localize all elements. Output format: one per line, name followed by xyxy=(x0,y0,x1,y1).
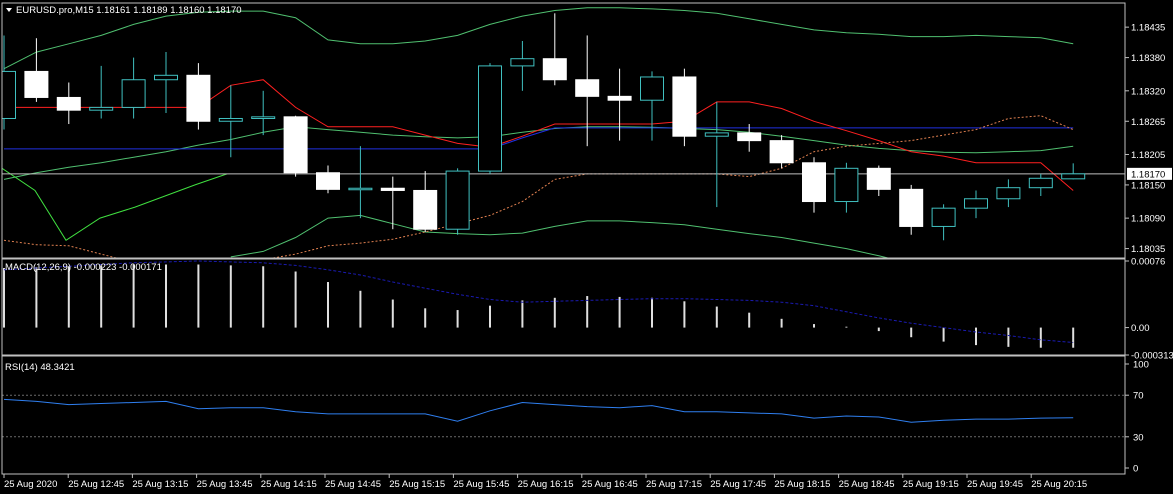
macd-tick-label: 0.00076 xyxy=(1131,257,1165,268)
candle-body xyxy=(348,187,373,191)
candle-body xyxy=(542,58,567,81)
price-tick-label: 1.18035 xyxy=(1131,244,1165,255)
candle-body xyxy=(24,70,49,98)
trading-chart[interactable]: 1.18435 1.18380 1.18320 1.18265 1.18205 1.181… xyxy=(0,0,1173,494)
candle[interactable] xyxy=(283,115,308,177)
candle-body xyxy=(737,132,762,142)
candle-body xyxy=(640,76,664,101)
time-tick-label: 25 Aug 14:45 xyxy=(325,479,381,490)
price-tick-label: 1.18150 xyxy=(1131,180,1165,191)
candle-body xyxy=(478,65,502,172)
current-price-label: 1.18170 xyxy=(1131,169,1165,180)
time-tick-label: 25 Aug 13:45 xyxy=(197,479,253,490)
candle-body xyxy=(186,74,211,122)
candle-body xyxy=(56,96,81,111)
candle-body xyxy=(802,162,826,203)
candle-body xyxy=(834,167,859,203)
time-tick-label: 25 Aug 17:15 xyxy=(646,479,702,490)
time-tick-label: 25 Aug 18:15 xyxy=(774,479,830,490)
price-tick-label: 1.18380 xyxy=(1131,53,1165,64)
time-tick-label: 25 Aug 17:45 xyxy=(710,479,766,490)
time-tick-label: 25 Aug 14:15 xyxy=(261,479,317,490)
macd-tick-label: 0.00 xyxy=(1131,323,1150,334)
time-tick-label: 25 Aug 15:15 xyxy=(389,479,445,490)
candle-body xyxy=(769,140,794,164)
candle-body xyxy=(899,188,924,227)
time-tick-label: 25 Aug 16:45 xyxy=(582,479,638,490)
price-tick-label: 1.18435 xyxy=(1131,23,1165,34)
rsi-header: RSI(14) 48.3421 xyxy=(5,362,75,373)
rsi-tick-label: 30 xyxy=(1133,432,1144,443)
candle-body xyxy=(283,116,308,174)
candle-body xyxy=(1061,173,1086,180)
candle[interactable] xyxy=(445,168,470,235)
time-tick-label: 25 Aug 16:15 xyxy=(518,479,574,490)
time-tick-label: 25 Aug 19:45 xyxy=(967,479,1023,490)
time-tick-label: 25 Aug 19:15 xyxy=(903,479,959,490)
candle-body xyxy=(510,58,535,67)
time-tick-label: 25 Aug 2020 xyxy=(4,479,57,490)
candle-body xyxy=(316,172,340,190)
rsi-tick-label: 70 xyxy=(1133,391,1144,402)
candle-body xyxy=(607,95,632,101)
candle-body xyxy=(218,117,243,122)
time-tick-label: 25 Aug 12:45 xyxy=(68,479,124,490)
candle-body xyxy=(413,189,438,230)
rsi-tick-label: 100 xyxy=(1133,360,1149,371)
candle-body xyxy=(380,187,405,191)
time-tick-label: 25 Aug 20:15 xyxy=(1031,479,1087,490)
candle-body xyxy=(154,74,178,81)
candle-body xyxy=(672,76,697,137)
candle-body xyxy=(964,198,988,209)
candle[interactable] xyxy=(478,63,502,174)
candle-body xyxy=(251,116,276,119)
candle-body xyxy=(89,106,114,111)
candle-body xyxy=(704,132,729,137)
price-tick-label: 1.18265 xyxy=(1131,117,1165,128)
candle-body xyxy=(866,167,891,190)
candle-body xyxy=(445,170,470,230)
candle-body xyxy=(575,79,600,97)
price-tick-label: 1.18320 xyxy=(1131,86,1165,97)
candle-body xyxy=(996,187,1021,200)
price-tick-label: 1.18090 xyxy=(1131,214,1165,225)
candle[interactable] xyxy=(672,68,697,147)
candle-body xyxy=(121,79,146,108)
candle-body xyxy=(931,207,956,227)
time-tick-label: 25 Aug 18:45 xyxy=(839,479,895,490)
symbol-header: EURUSD.pro,M15 1.18161 1.18189 1.18160 1… xyxy=(16,5,242,16)
price-tick-label: 1.18205 xyxy=(1131,150,1165,161)
time-tick-label: 25 Aug 13:15 xyxy=(132,479,188,490)
rsi-tick-label: 0 xyxy=(1133,464,1138,475)
time-tick-label: 25 Aug 15:45 xyxy=(453,479,509,490)
candle-body xyxy=(1028,177,1053,189)
macd-header: MACD(12,26,9) -0.000223 -0.000171 xyxy=(5,262,162,273)
